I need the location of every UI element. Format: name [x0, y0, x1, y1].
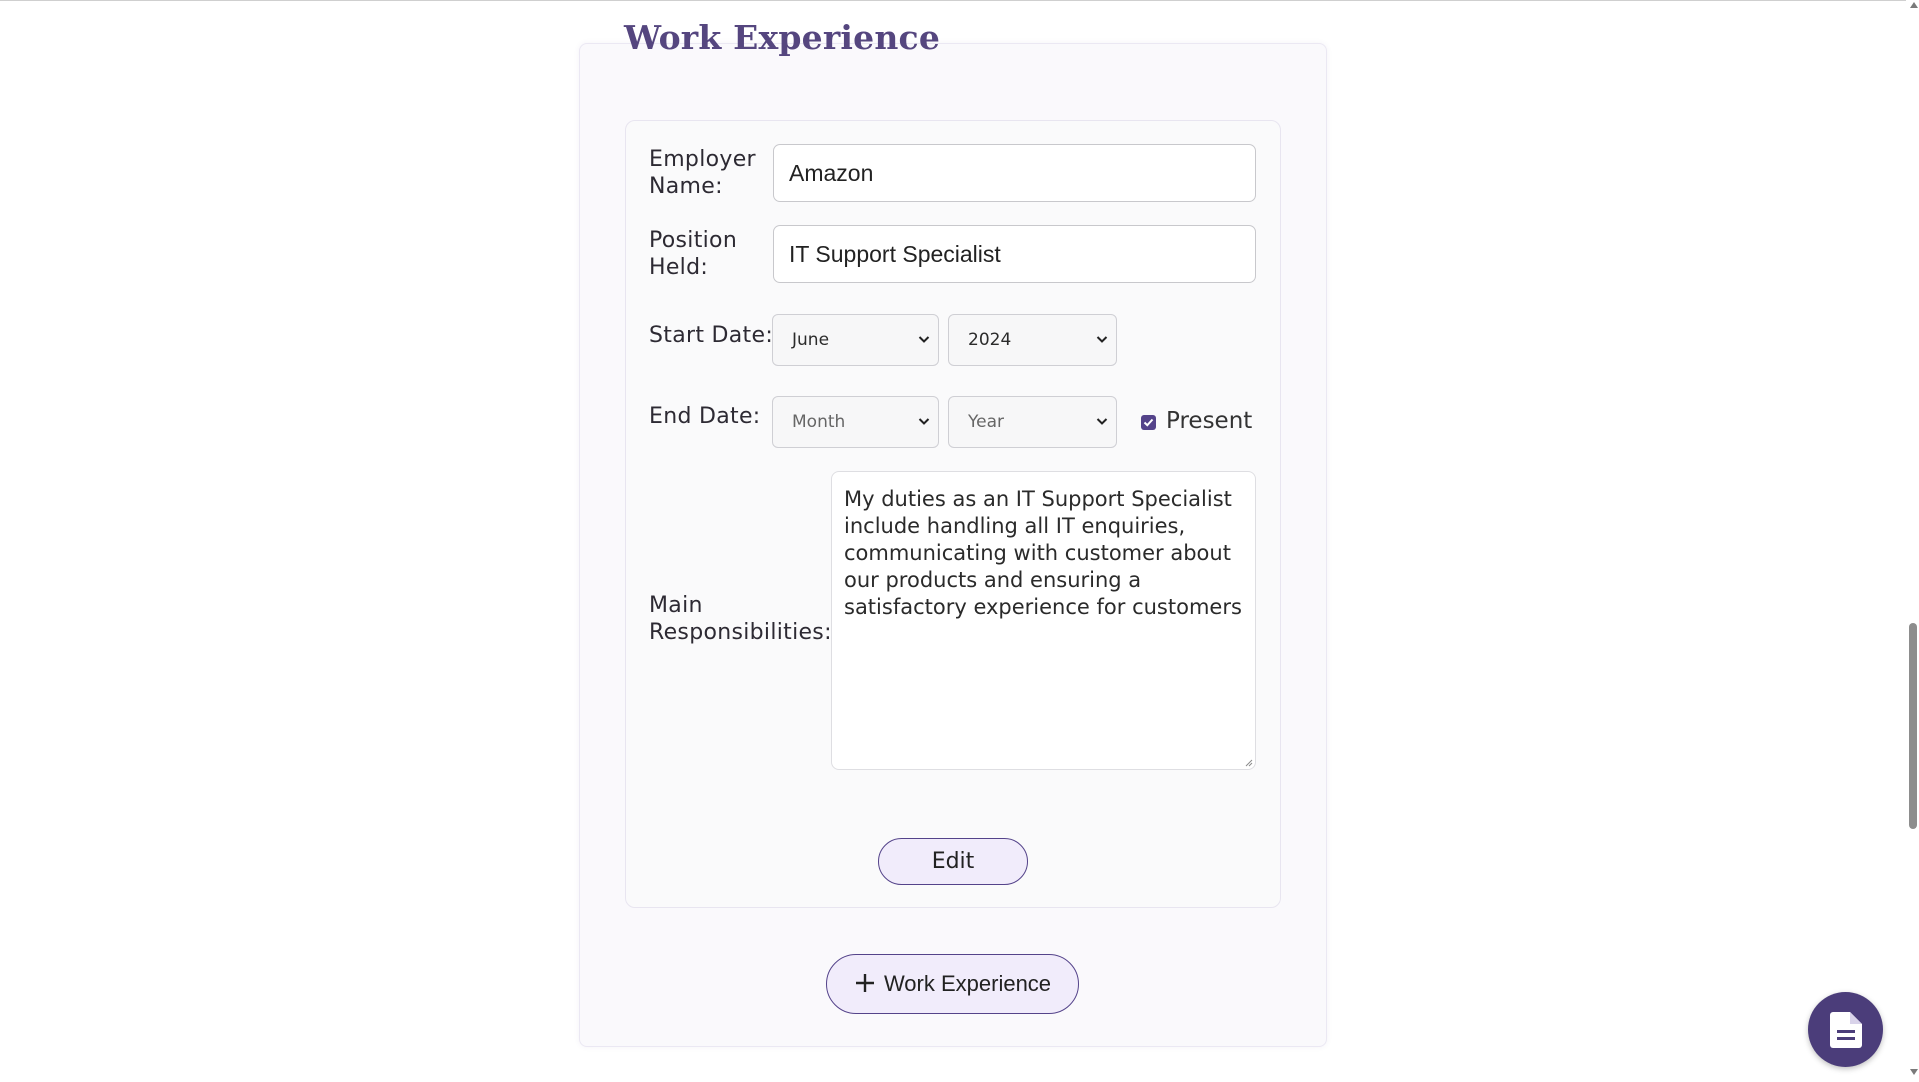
chevron-down-icon: [918, 418, 930, 425]
scroll-up-arrow-icon[interactable]: [1910, 2, 1918, 8]
main-responsibilities-textarea[interactable]: My duties as an IT Support Specialist in…: [831, 471, 1256, 770]
start-year-value: 2024: [968, 330, 1012, 350]
main-responsibilities-label-line1: Main: [649, 593, 703, 618]
position-held-label-line2: Held:: [649, 255, 709, 280]
main-responsibilities-value: My duties as an IT Support Specialist in…: [844, 487, 1242, 619]
position-held-label: Position Held:: [649, 227, 737, 281]
end-year-select[interactable]: Year: [948, 396, 1117, 448]
chevron-down-icon: [918, 336, 930, 343]
start-date-label: Start Date:: [649, 323, 774, 348]
end-month-value: Month: [792, 412, 846, 432]
present-label[interactable]: Present: [1166, 408, 1252, 434]
scroll-down-arrow-icon[interactable]: [1910, 1069, 1918, 1075]
position-held-input[interactable]: IT Support Specialist: [773, 225, 1256, 283]
start-month-value: June: [792, 330, 830, 350]
top-divider: [0, 0, 1906, 1]
position-held-value: IT Support Specialist: [789, 241, 1001, 267]
employer-name-label: Employer Name:: [649, 146, 756, 200]
viewport: Work Experience Employer Name: Amazon Po…: [0, 0, 1919, 1082]
chevron-down-icon: [1096, 418, 1108, 425]
main-responsibilities-label: Main Responsibilities:: [649, 592, 832, 646]
scrollbar-track[interactable]: [1906, 0, 1919, 1082]
add-work-experience-button[interactable]: Work Experience: [826, 954, 1079, 1014]
end-month-select[interactable]: Month: [772, 396, 939, 448]
plus-icon: [855, 974, 874, 992]
section-title: Work Experience: [624, 18, 941, 57]
employer-name-label-line1: Employer: [649, 147, 756, 172]
position-held-label-line1: Position: [649, 228, 738, 253]
checkmark-icon: [1143, 418, 1154, 427]
resume-preview-fab[interactable]: [1808, 992, 1883, 1067]
main-responsibilities-label-line2: Responsibilities:: [649, 620, 832, 645]
add-work-experience-label: Work Experience: [883, 971, 1052, 996]
end-year-value: Year: [968, 412, 1004, 432]
end-date-label: End Date:: [649, 404, 761, 429]
present-checkbox[interactable]: [1141, 415, 1156, 430]
employer-name-label-line2: Name:: [649, 174, 723, 199]
document-icon: [1830, 1012, 1862, 1048]
start-year-select[interactable]: 2024: [948, 314, 1117, 366]
edit-button[interactable]: Edit: [878, 838, 1028, 885]
chevron-down-icon: [1096, 336, 1108, 343]
scrollbar-thumb[interactable]: [1909, 623, 1917, 829]
start-month-select[interactable]: June: [772, 314, 939, 366]
resize-grip-icon[interactable]: [1244, 758, 1253, 767]
employer-name-value: Amazon: [789, 160, 874, 186]
employer-name-input[interactable]: Amazon: [773, 144, 1256, 202]
